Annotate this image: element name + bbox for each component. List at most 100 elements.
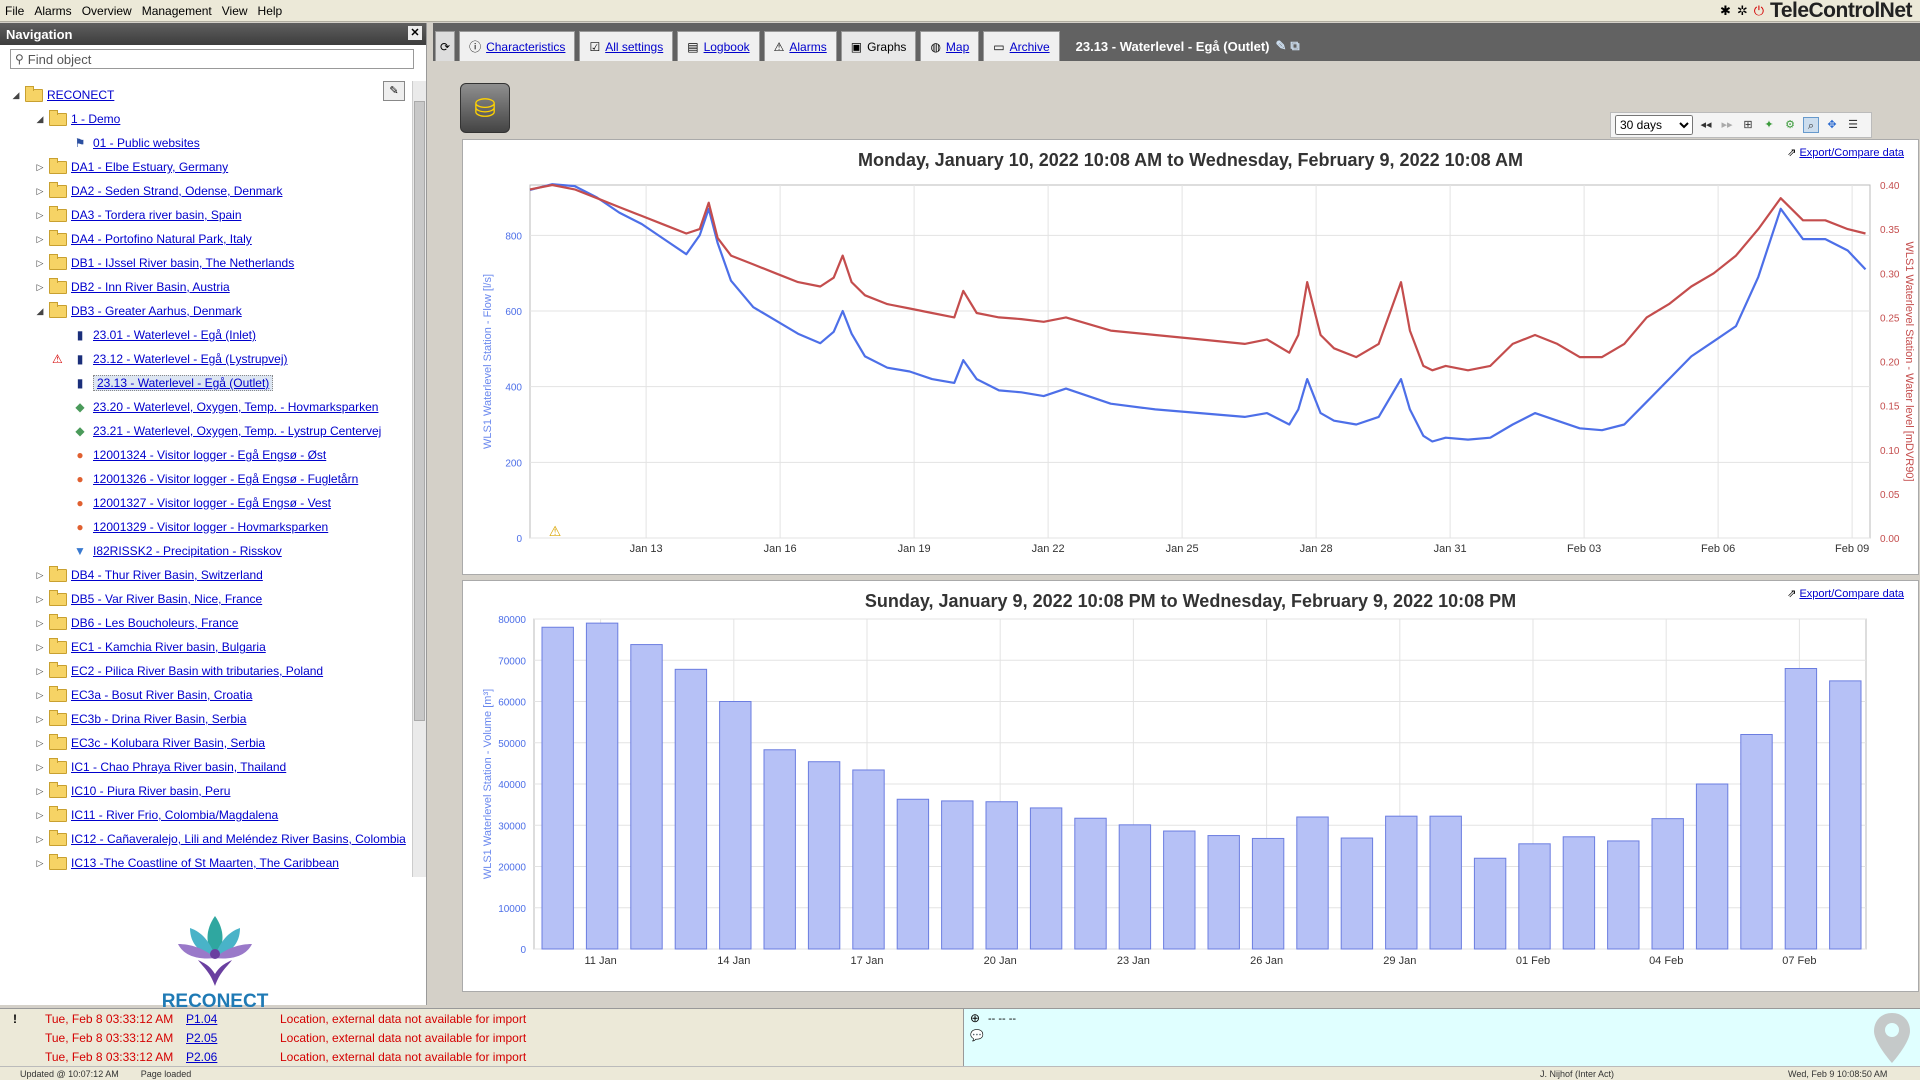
- device-icon[interactable]: ⛁: [460, 83, 510, 133]
- tree-node[interactable]: ▷ DA3 - Tordera river basin, Spain: [0, 203, 412, 227]
- menu-alarms[interactable]: Alarms: [29, 4, 76, 18]
- tree-node[interactable]: ▷ IC1 - Chao Phraya River basin, Thailand: [0, 755, 412, 779]
- list-icon[interactable]: ☰: [1845, 117, 1861, 133]
- expand-toggle-icon[interactable]: ◢: [34, 114, 46, 125]
- edit-pencil-icon[interactable]: ✎: [383, 81, 405, 101]
- tree-node-label[interactable]: IC1 - Chao Phraya River basin, Thailand: [71, 760, 286, 774]
- zoom-icon[interactable]: ⌕: [1803, 117, 1819, 133]
- tree-node[interactable]: ▷ EC3a - Bosut River Basin, Croatia: [0, 683, 412, 707]
- volume-bar[interactable]: [1695, 783, 1729, 950]
- tree-node[interactable]: ▷ DB4 - Thur River Basin, Switzerland: [0, 563, 412, 587]
- tab-logbook[interactable]: ▤ Logbook: [677, 31, 760, 61]
- find-object-input[interactable]: ⚲ Find object: [10, 49, 414, 69]
- volume-bar[interactable]: [674, 668, 708, 950]
- volume-bar[interactable]: [852, 769, 885, 950]
- tab-map[interactable]: ◍ Map: [920, 31, 980, 61]
- tree-node-label[interactable]: IC12 - Cañaveralejo, Lili and Meléndez R…: [71, 832, 406, 846]
- tab-alarms[interactable]: ⚠ Alarms: [763, 31, 837, 61]
- expand-toggle-icon[interactable]: ▷: [34, 810, 46, 821]
- tree-node[interactable]: ▷ DB1 - IJssel River basin, The Netherlan…: [0, 251, 412, 275]
- tree-node[interactable]: ▮ 23.01 - Waterlevel - Egå (Inlet): [0, 323, 412, 347]
- expand-toggle-icon[interactable]: ▷: [34, 690, 46, 701]
- tree-node-label[interactable]: 12001327 - Visitor logger - Egå Engsø - …: [93, 496, 331, 510]
- volume-bar[interactable]: [1429, 815, 1462, 950]
- tree-node-label[interactable]: I82RISSK2 - Precipitation - Risskov: [93, 544, 282, 558]
- expand-toggle-icon[interactable]: ▷: [34, 618, 46, 629]
- tree-node-label[interactable]: EC3a - Bosut River Basin, Croatia: [71, 688, 252, 702]
- volume-bar[interactable]: [630, 644, 663, 950]
- volume-bar[interactable]: [1340, 837, 1374, 950]
- tree-node-label[interactable]: DA1 - Elbe Estuary, Germany: [71, 160, 228, 174]
- volume-bar[interactable]: [807, 761, 841, 950]
- tree-node[interactable]: ▷ EC1 - Kamchia River basin, Bulgaria: [0, 635, 412, 659]
- tree-node[interactable]: ● 12001329 - Visitor logger - Hovmarkspar…: [0, 515, 412, 539]
- tree-node-label[interactable]: 23.20 - Waterlevel, Oxygen, Temp. - Hovm…: [93, 400, 378, 414]
- tree-node[interactable]: ▷ DB5 - Var River Basin, Nice, France: [0, 587, 412, 611]
- tree-node-label[interactable]: DA2 - Seden Strand, Odense, Denmark: [71, 184, 282, 198]
- volume-bar[interactable]: [1251, 837, 1285, 950]
- tree-node[interactable]: ● 12001326 - Visitor logger - Egå Engsø -…: [0, 467, 412, 491]
- volume-bar[interactable]: [541, 626, 574, 950]
- tree-node[interactable]: ◆ 23.20 - Waterlevel, Oxygen, Temp. - Hov…: [0, 395, 412, 419]
- tree-node-label[interactable]: DB1 - IJssel River basin, The Netherland…: [71, 256, 294, 270]
- expand-toggle-icon[interactable]: ▷: [34, 594, 46, 605]
- alert-row[interactable]: Tue, Feb 8 03:33:12 AM P2.05 Location, ext…: [0, 1028, 963, 1047]
- tree-node-label[interactable]: 1 - Demo: [71, 112, 120, 126]
- tree-node-label[interactable]: DB5 - Var River Basin, Nice, France: [71, 592, 262, 606]
- tab-characteristics[interactable]: ⓘ Characteristics: [459, 31, 576, 61]
- expand-toggle-icon[interactable]: ◢: [34, 306, 46, 317]
- bug-icon[interactable]: ✱: [1720, 3, 1731, 19]
- volume-bar[interactable]: [1118, 824, 1152, 950]
- volume-bar[interactable]: [941, 800, 974, 950]
- tree-node[interactable]: ▷ IC10 - Piura River basin, Peru: [0, 779, 412, 803]
- edit-icon[interactable]: ✎: [1275, 38, 1286, 54]
- tree-node[interactable]: ● 12001327 - Visitor logger - Egå Engsø -…: [0, 491, 412, 515]
- tree-node-label[interactable]: DB3 - Greater Aarhus, Denmark: [71, 304, 242, 318]
- tree-scrollbar[interactable]: [412, 81, 426, 877]
- tree-node-label[interactable]: RECONECT: [47, 88, 114, 102]
- series-icon[interactable]: ✦: [1761, 117, 1777, 133]
- tree-node-label[interactable]: 12001329 - Visitor logger - Hovmarkspark…: [93, 520, 328, 534]
- expand-toggle-icon[interactable]: ▷: [34, 258, 46, 269]
- tree-node[interactable]: ◢ RECONECT: [0, 83, 412, 107]
- tab-graphs[interactable]: ▣ Graphs: [840, 31, 917, 61]
- scroll-thumb[interactable]: [414, 101, 425, 721]
- tree-node-label[interactable]: EC2 - Pilica River Basin with tributarie…: [71, 664, 323, 678]
- tab-all-settings[interactable]: ☑ All settings: [579, 31, 674, 61]
- tab-archive[interactable]: ▭ Archive: [983, 31, 1060, 61]
- expand-toggle-icon[interactable]: ▷: [34, 282, 46, 293]
- tree-node-label[interactable]: EC3c - Kolubara River Basin, Serbia: [71, 736, 265, 750]
- tree-node-label[interactable]: 23.12 - Waterlevel - Egå (Lystrupvej): [93, 352, 288, 366]
- expand-toggle-icon[interactable]: ▷: [34, 858, 46, 869]
- tree-node[interactable]: ▷ EC3c - Kolubara River Basin, Serbia: [0, 731, 412, 755]
- tree-node[interactable]: ⚠ ▮ 23.12 - Waterlevel - Egå (Lystrupvej): [0, 347, 412, 371]
- tree-node[interactable]: ◢ 1 - Demo: [0, 107, 412, 131]
- volume-bar[interactable]: [1385, 815, 1418, 950]
- volume-bar[interactable]: [985, 801, 1018, 950]
- volume-bar[interactable]: [1740, 734, 1773, 950]
- volume-bar[interactable]: [1562, 836, 1596, 950]
- expand-toggle-icon[interactable]: ▷: [34, 234, 46, 245]
- tree-node[interactable]: ▼ I82RISSK2 - Precipitation - Risskov: [0, 539, 412, 563]
- tree-node-label[interactable]: IC11 - River Frio, Colombia/Magdalena: [71, 808, 278, 822]
- tree-node-label[interactable]: 23.21 - Waterlevel, Oxygen, Temp. - Lyst…: [93, 424, 381, 438]
- tree-node-label[interactable]: IC10 - Piura River basin, Peru: [71, 784, 230, 798]
- tree-node-label[interactable]: DB6 - Les Boucholeurs, France: [71, 616, 238, 630]
- bug2-icon[interactable]: ✲: [1737, 3, 1748, 19]
- volume-bar[interactable]: [1207, 835, 1240, 950]
- tree-node-label[interactable]: DB2 - Inn River Basin, Austria: [71, 280, 230, 294]
- refresh-button[interactable]: ⟳: [435, 31, 456, 61]
- tree-node[interactable]: ▷ DB6 - Les Boucholeurs, France: [0, 611, 412, 635]
- expand-toggle-icon[interactable]: ▷: [34, 786, 46, 797]
- location-pin-icon[interactable]: [1872, 1011, 1912, 1065]
- tree-node[interactable]: ▷ IC11 - River Frio, Colombia/Magdalena: [0, 803, 412, 827]
- tree-node-label[interactable]: DA4 - Portofino Natural Park, Italy: [71, 232, 252, 246]
- close-icon[interactable]: ✕: [408, 26, 422, 40]
- menu-file[interactable]: File: [0, 4, 29, 18]
- menu-overview[interactable]: Overview: [77, 4, 137, 18]
- tree-node[interactable]: ● 12001324 - Visitor logger - Egå Engsø -…: [0, 443, 412, 467]
- add-icon[interactable]: ⊕: [970, 1011, 980, 1025]
- tree-node[interactable]: ▷ DA1 - Elbe Estuary, Germany: [0, 155, 412, 179]
- volume-bar[interactable]: [896, 798, 930, 950]
- warning-icon[interactable]: ⚠: [549, 523, 562, 539]
